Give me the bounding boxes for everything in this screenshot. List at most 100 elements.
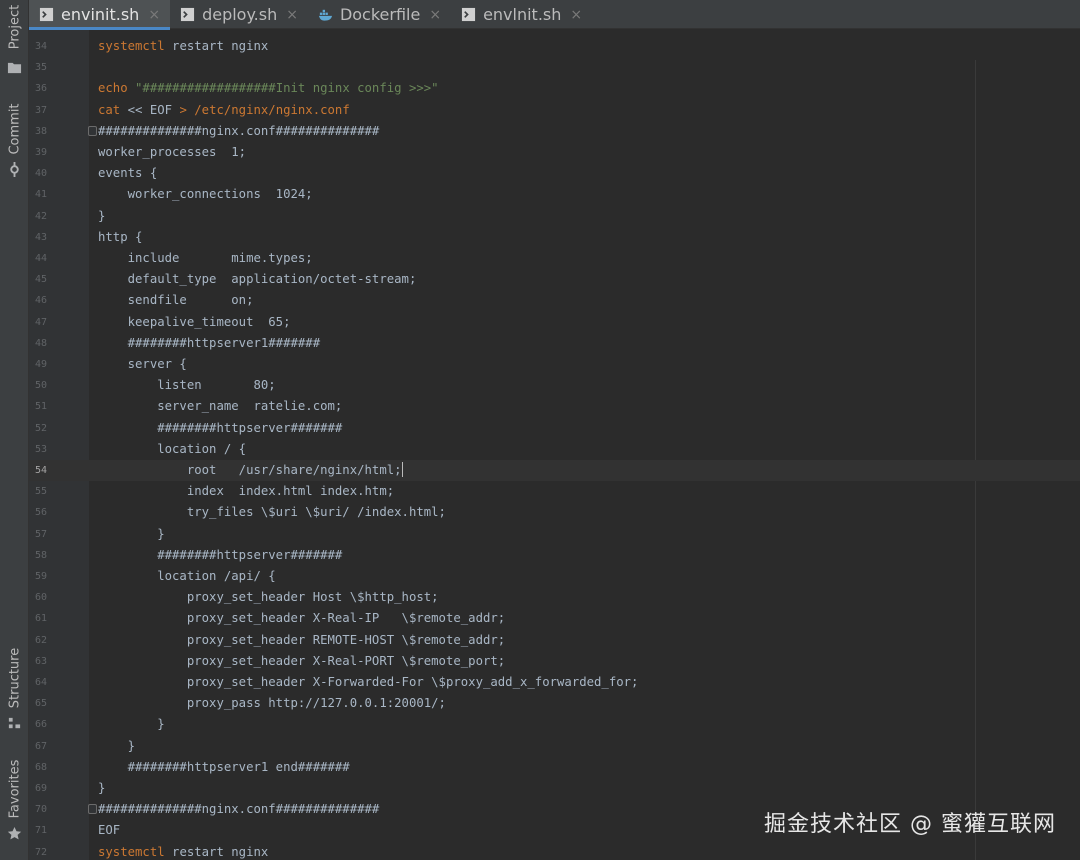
code-text: proxy_pass http://127.0.0.1:20001/;: [98, 693, 446, 714]
code-line[interactable]: 41 worker_connections 1024;: [29, 184, 1080, 205]
line-number: 38: [35, 125, 48, 137]
line-number: 69: [35, 783, 48, 794]
line-number: 49: [35, 359, 48, 370]
code-line[interactable]: 49 server {: [29, 354, 1080, 375]
fold-marker-icon[interactable]: [88, 125, 97, 136]
code-line[interactable]: 69}: [29, 778, 1080, 799]
line-number: 50: [35, 380, 48, 392]
code-text: listen 80;: [98, 375, 275, 396]
line-number: 53: [35, 443, 48, 455]
code-line[interactable]: 61 proxy_set_header X-Real-IP \$remote_a…: [29, 608, 1080, 629]
code-line[interactable]: 40 events {: [29, 163, 1080, 184]
code-line[interactable]: 42}: [29, 206, 1080, 227]
code-line[interactable]: 34 systemctl restart nginx: [29, 36, 1080, 57]
line-number: 40: [35, 168, 48, 180]
code-line[interactable]: 54 root /usr/share/nginx/html;: [29, 460, 1080, 482]
code-line[interactable]: 55 index index.html index.htm;: [29, 481, 1080, 502]
code-text: events {: [98, 163, 157, 184]
star-icon[interactable]: [7, 826, 22, 841]
project-tool-button[interactable]: Project: [0, 0, 29, 54]
code-line[interactable]: 47 keepalive_timeout 65;: [29, 312, 1080, 333]
code-line[interactable]: 51 server_name ratelie.com;: [29, 396, 1080, 417]
code-editor[interactable]: 34 systemctl restart nginx 35 36 echo "#####…: [29, 30, 1080, 860]
code-text: keepalive_timeout 65;: [98, 312, 291, 333]
code-line[interactable]: 46 sendfile on;: [29, 290, 1080, 311]
code-line[interactable]: 60 proxy_set_header Host \$http_host;: [29, 587, 1080, 608]
keyword-token: cat: [98, 102, 121, 117]
line-number: 66: [35, 719, 48, 731]
tab-deploy-sh[interactable]: deploy.sh ×: [170, 0, 308, 29]
line-number: 64: [35, 677, 48, 688]
code-text: systemctl restart nginx: [98, 842, 268, 860]
line-number: 55: [35, 486, 48, 498]
code-text: ########httpserver#######: [98, 545, 342, 566]
terminal-file-icon: [180, 7, 195, 22]
code-token: proxy_set_header REMOTE-HOST \$remote_ad…: [98, 632, 506, 647]
code-line[interactable]: 56 try_files \$uri \$uri/ /index.html;: [29, 502, 1080, 523]
code-text: server {: [98, 354, 187, 375]
code-text: EOF: [98, 820, 120, 841]
code-line[interactable]: 38 ##############nginx.conf##############: [29, 121, 1080, 142]
close-icon[interactable]: ×: [429, 7, 441, 23]
code-line[interactable]: 36 echo "##################Init nginx con…: [29, 78, 1080, 99]
tab-envinit-sh[interactable]: envinit.sh ×: [29, 0, 171, 30]
code-token: ##############nginx.conf##############: [98, 802, 380, 817]
folder-icon[interactable]: [7, 60, 22, 75]
code-line[interactable]: 63 proxy_set_header X-Real-PORT \$remote…: [29, 651, 1080, 672]
code-line[interactable]: 48 ########httpserver1#######: [29, 333, 1080, 354]
close-icon[interactable]: ×: [286, 7, 298, 23]
tab-dockerfile[interactable]: Dockerfile ×: [308, 0, 451, 29]
code-line[interactable]: 62 proxy_set_header REMOTE-HOST \$remote…: [29, 630, 1080, 651]
structure-icon[interactable]: [7, 716, 22, 731]
keyword-token: systemctl: [98, 844, 165, 859]
code-line[interactable]: 59 location /api/ {: [29, 566, 1080, 587]
code-line[interactable]: 52 ########httpserver#######: [29, 418, 1080, 439]
code-line[interactable]: 58 ########httpserver#######: [29, 545, 1080, 566]
line-number: 37: [35, 104, 48, 116]
line-number: 48: [35, 337, 48, 349]
line-number: 52: [35, 422, 48, 434]
code-token: events {: [98, 166, 158, 181]
structure-tool-button[interactable]: Structure: [0, 640, 29, 716]
code-token: server_name ratelie.com;: [98, 399, 343, 414]
tab-label: deploy.sh: [202, 5, 278, 24]
code-token: }: [98, 717, 165, 732]
code-text: try_files \$uri \$uri/ /index.html;: [98, 502, 446, 523]
code-token: http {: [98, 229, 143, 244]
code-line[interactable]: 37 cat << EOF > /etc/nginx/nginx.conf: [29, 100, 1080, 121]
line-number: 71: [35, 825, 48, 837]
code-text: ########httpserver1 end#######: [98, 757, 350, 778]
fold-marker-icon[interactable]: [88, 804, 97, 815]
code-line[interactable]: 43 http {: [29, 227, 1080, 248]
tab-envlnit-sh[interactable]: envlnit.sh ×: [451, 0, 592, 29]
code-line[interactable]: 53 location / {: [29, 439, 1080, 460]
close-icon[interactable]: ×: [570, 7, 582, 23]
code-text: proxy_set_header REMOTE-HOST \$remote_ad…: [98, 630, 505, 651]
close-icon[interactable]: ×: [148, 7, 160, 23]
code-line[interactable]: 66 }: [29, 714, 1080, 735]
favorites-label: Favorites: [7, 759, 22, 819]
commit-tool-button[interactable]: Commit: [0, 98, 29, 160]
code-line[interactable]: 57 }: [29, 524, 1080, 545]
code-line[interactable]: 39 worker_processes 1;: [29, 142, 1080, 163]
code-line[interactable]: 44 include mime.types;: [29, 248, 1080, 269]
code-text: ########httpserver1#######: [98, 333, 321, 354]
line-number: 57: [35, 528, 48, 540]
code-line[interactable]: 35: [29, 57, 1080, 78]
tab-label: Dockerfile: [339, 5, 421, 24]
code-token: ########httpserver1 end#######: [98, 759, 350, 774]
code-text: worker_processes 1;: [98, 142, 246, 163]
code-line[interactable]: 64 proxy_set_header X-Forwarded-For \$pr…: [29, 672, 1080, 693]
commit-icon[interactable]: [7, 162, 22, 177]
line-number: 61: [35, 613, 48, 625]
code-token: try_files \$uri \$uri/ /index.html;: [98, 505, 446, 520]
favorites-tool-button[interactable]: Favorites: [0, 752, 29, 826]
code-line[interactable]: 50 listen 80;: [29, 375, 1080, 396]
code-line[interactable]: 65 proxy_pass http://127.0.0.1:20001/;: [29, 693, 1080, 714]
code-line[interactable]: 45 default_type application/octet-stream…: [29, 269, 1080, 290]
code-line[interactable]: 72 systemctl restart nginx: [29, 842, 1080, 860]
tab-label: envinit.sh: [61, 5, 140, 24]
code-line[interactable]: 68 ########httpserver1 end#######: [29, 757, 1080, 778]
code-line[interactable]: 67 }: [29, 736, 1080, 757]
code-text: }: [98, 524, 164, 545]
